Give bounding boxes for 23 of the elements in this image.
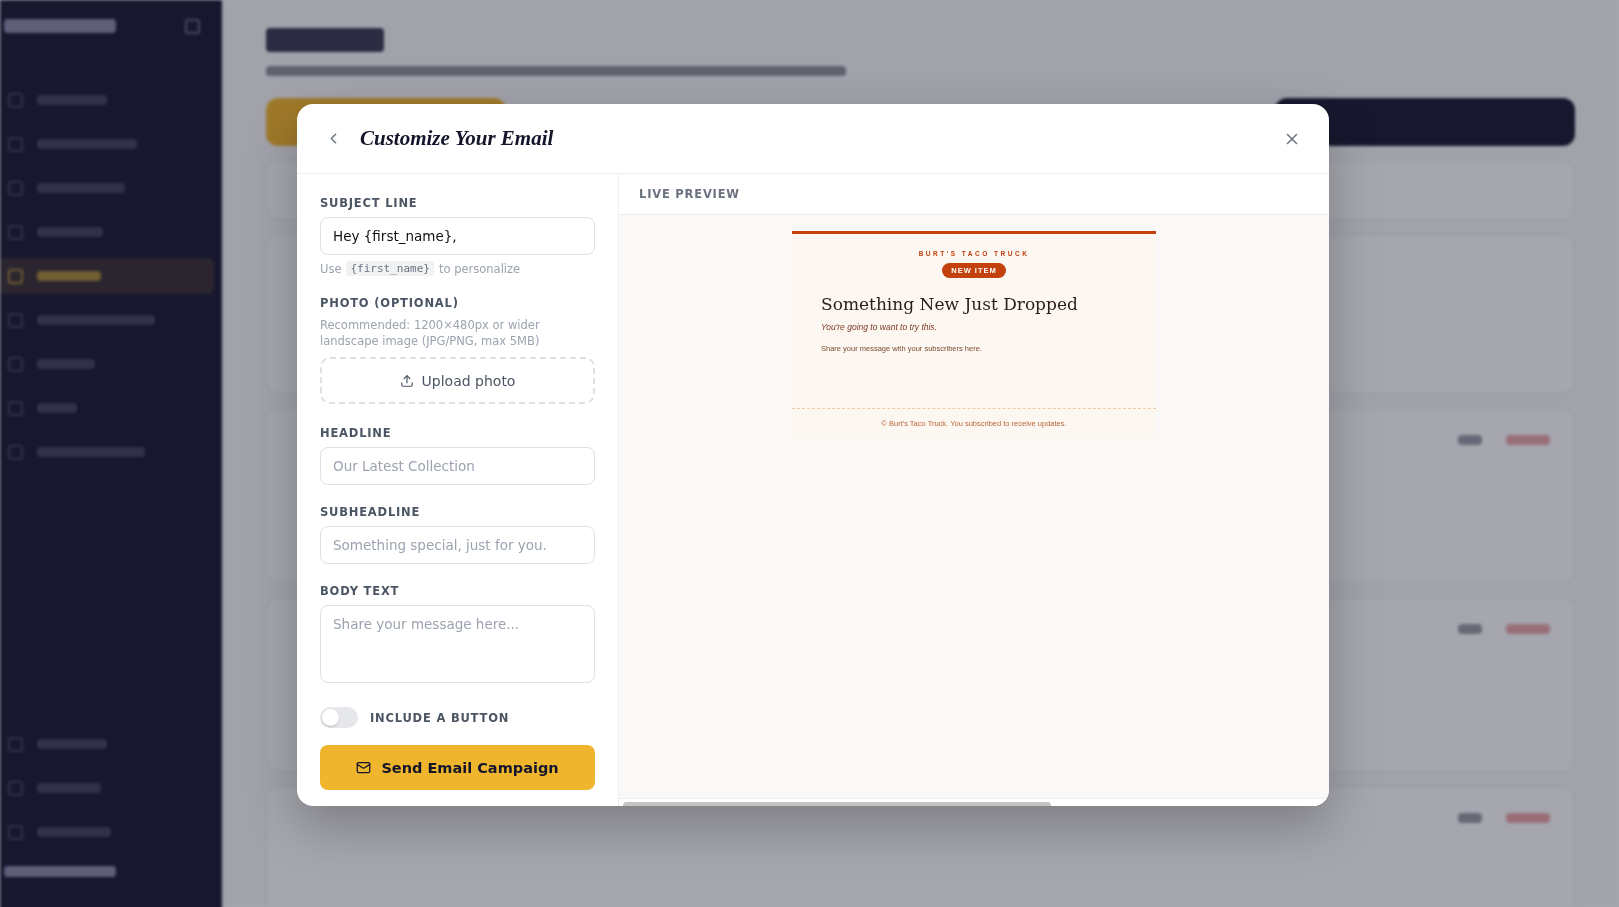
sidebar-item[interactable]	[0, 258, 214, 294]
field-label: SUBHEADLINE	[320, 505, 422, 519]
text-input[interactable]: Something special, just for you.	[320, 526, 595, 564]
field-hint: Use {first_name} to personalize	[320, 261, 522, 276]
text-input[interactable]: Our Latest Collection	[320, 447, 595, 485]
send-button[interactable]: Send Email Campaign	[320, 745, 595, 790]
dialog-title: Customize Your Email	[360, 126, 555, 151]
preview-label: LIVE PREVIEW	[639, 187, 740, 201]
toggle-switch[interactable]	[320, 707, 358, 728]
envelope-icon	[356, 760, 372, 775]
field-label: HEADLINE	[320, 426, 393, 440]
field-label: BODY TEXT	[320, 584, 401, 598]
email-subheadline: You're going to want to try this.	[821, 322, 938, 332]
photo-note: Recommended: 1200×480px or wider landscape image (JPG/PNG, max 5MB)	[320, 317, 541, 349]
upload-button[interactable]: Upload photo	[320, 357, 595, 404]
email-headline: Something New Just Dropped	[821, 294, 1079, 314]
toggle-label: INCLUDE A BUTTON	[370, 710, 510, 725]
blurred-icon	[185, 18, 200, 34]
field-label: SUBJECT LINE	[320, 196, 419, 210]
body-textarea[interactable]: Share your message here...	[320, 605, 595, 683]
upload-icon	[399, 373, 414, 388]
field-label: PHOTO (OPTIONAL)	[320, 296, 460, 310]
subject-input[interactable]: Hey {first_name},	[320, 217, 595, 255]
